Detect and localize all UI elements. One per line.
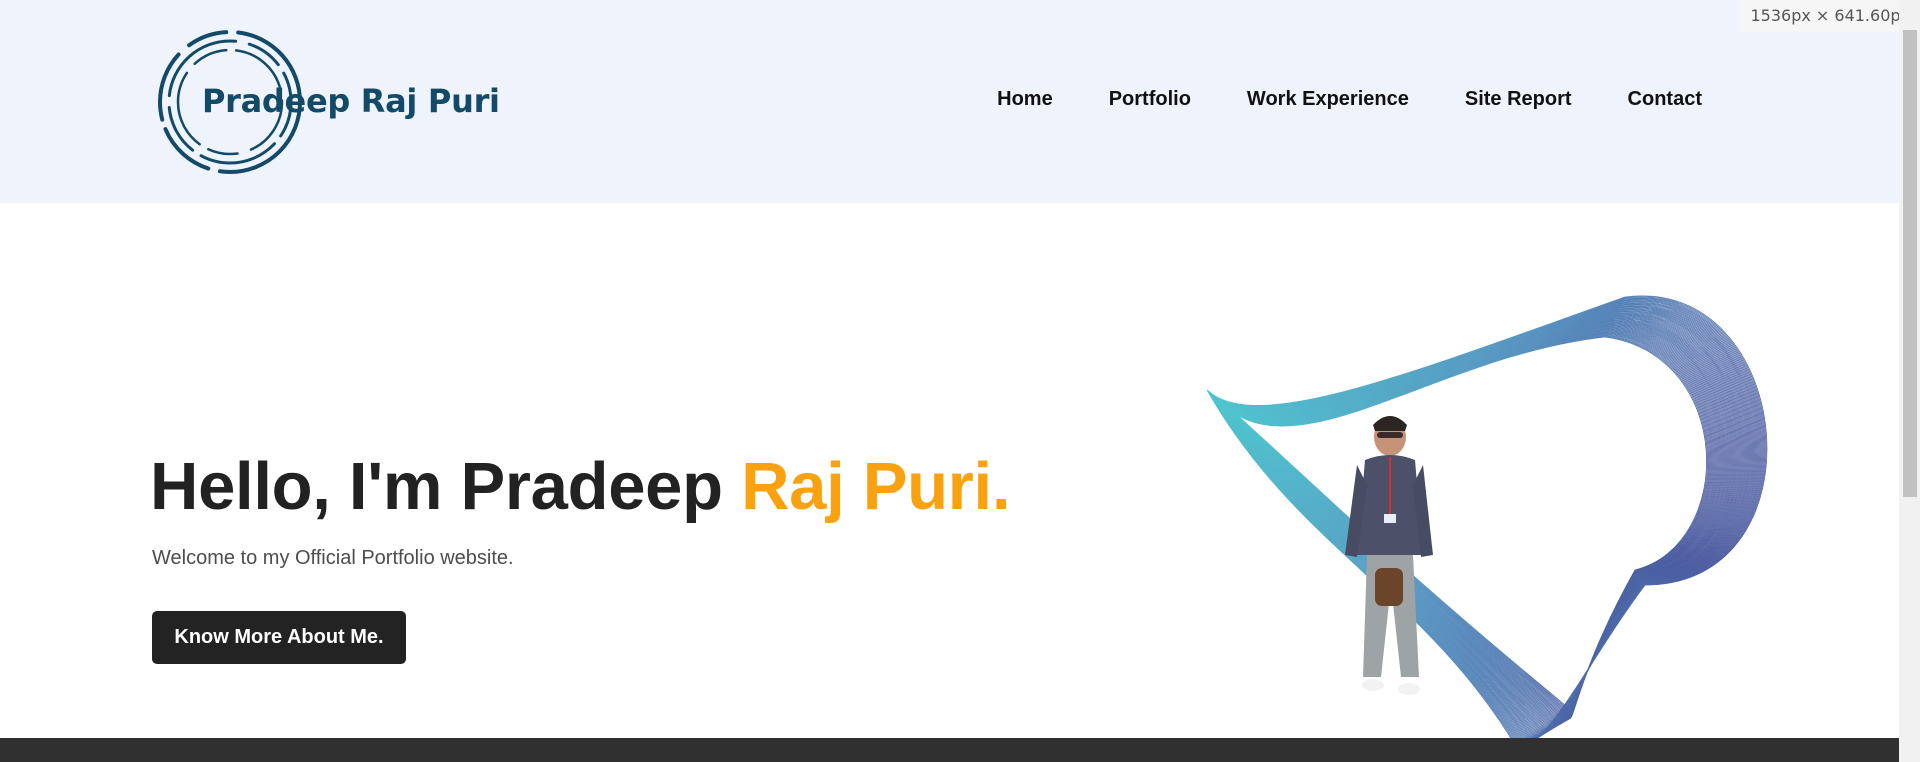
hero-art: [1206, 295, 1768, 747]
footer-strip: [0, 738, 1899, 762]
brand-name: Pradeep Raj Puri: [202, 82, 500, 120]
nav-contact[interactable]: Contact: [1628, 88, 1702, 111]
nav-home[interactable]: Home: [997, 88, 1053, 111]
nav-work-experience[interactable]: Work Experience: [1247, 88, 1409, 111]
nav-site-report[interactable]: Site Report: [1465, 88, 1572, 111]
main-nav: Home Portfolio Work Experience Site Repo…: [997, 88, 1702, 111]
logo[interactable]: Pradeep Raj Puri: [156, 28, 500, 178]
hero-title: Hello, I'm Pradeep Raj Puri.: [150, 448, 1011, 525]
viewport-size-badge: 1536px × 641.60px: [1740, 0, 1920, 32]
hero-title-accent: Raj Puri.: [741, 449, 1011, 524]
nav-portfolio[interactable]: Portfolio: [1109, 88, 1191, 111]
know-more-button[interactable]: Know More About Me.: [152, 611, 406, 664]
wave-lines-graphic: [1206, 295, 1768, 747]
site-header: Pradeep Raj Puri Home Portfolio Work Exp…: [0, 0, 1899, 203]
hero-subtitle: Welcome to my Official Portfolio website…: [152, 547, 514, 569]
scrollbar-thumb[interactable]: [1903, 30, 1917, 497]
page-scrollbar[interactable]: [1899, 0, 1920, 762]
hero-title-prefix: Hello, I'm Pradeep: [150, 449, 742, 524]
